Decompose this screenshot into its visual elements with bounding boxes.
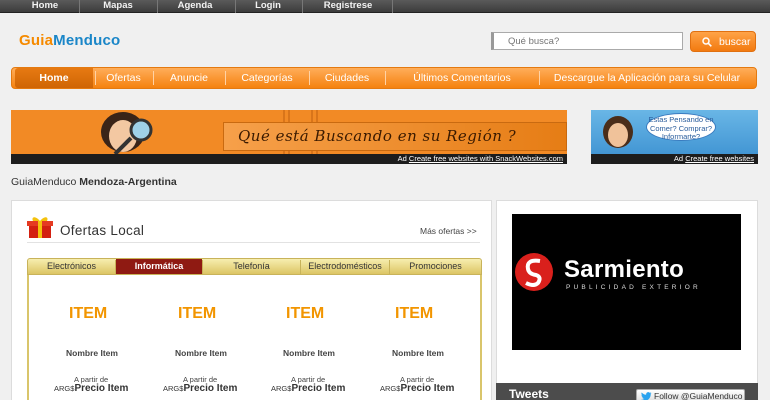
ad-attribution-bar: Ad Create free websites with SnackWebsit… [11, 154, 567, 164]
nav-descargue-aplicacion[interactable]: Descargue la Aplicación para su Celular [540, 68, 754, 88]
follow-button-label: Follow @GuiaMenduco [654, 391, 743, 400]
banner-headline: Qué está Buscando en su Región ? [223, 122, 567, 151]
price-value: Precio Item [74, 383, 129, 394]
twitter-bird-icon [641, 392, 652, 400]
item-price: ARG$Precio Item [163, 383, 237, 394]
topnav-registrese-link[interactable]: Registrese [312, 0, 384, 13]
sponsor-tagline: PUBLICIDAD EXTERIOR [566, 284, 701, 291]
nav-ciudades[interactable]: Ciudades [310, 68, 384, 88]
logo-text-part1: Guia [19, 32, 54, 49]
search-icon [702, 37, 712, 47]
topnav-agenda-link[interactable]: Agenda [166, 0, 224, 13]
ad-label: Ad [397, 154, 407, 163]
divider [27, 242, 480, 243]
item-name[interactable]: Nombre Item [175, 348, 227, 358]
site-logo[interactable]: GuiaMenduco [19, 32, 120, 49]
item-title[interactable]: ITEM [286, 305, 324, 323]
ad-link[interactable]: Create free websites with SnackWebsites.… [409, 154, 563, 163]
divider [235, 0, 236, 13]
topnav-mapas-link[interactable]: Mapas [89, 0, 147, 13]
divider [79, 0, 80, 13]
price-value: Precio Item [400, 383, 455, 394]
divider [302, 0, 303, 13]
nav-anuncie[interactable]: Anuncie [154, 68, 224, 88]
search-button-label: buscar [719, 36, 751, 48]
divider [392, 0, 393, 13]
nav-ultimos-comentarios[interactable]: Últimos Comentarios [386, 68, 538, 88]
nav-categorias[interactable]: Categorías [226, 68, 308, 88]
side-ad-attribution-bar: Ad Create free websites [591, 154, 758, 164]
item-price: ARG$Precio Item [271, 383, 345, 394]
topnav-login-link[interactable]: Login [244, 0, 292, 13]
ad-link[interactable]: Create free websites [685, 154, 754, 163]
breadcrumb-location: Mendoza-Argentina [79, 176, 177, 188]
item-name[interactable]: Nombre Item [66, 348, 118, 358]
currency-label: ARG$ [380, 384, 401, 393]
speech-bubble: Estas Pensando en Comer? Comprar? Inform… [646, 113, 716, 141]
item-name[interactable]: Nombre Item [283, 348, 335, 358]
tab-telefonia[interactable]: Telefonía [203, 259, 300, 274]
more-offers-link[interactable]: Más ofertas >> [420, 226, 477, 236]
item-title[interactable]: ITEM [178, 305, 216, 323]
price-value: Precio Item [183, 383, 238, 394]
main-navigation: Home Ofertas Anuncie Categorías Ciudades… [11, 67, 757, 89]
logo-text-part2: Menduco [53, 32, 121, 49]
currency-label: ARG$ [54, 384, 75, 393]
offers-title: Ofertas Local [60, 223, 145, 238]
divider [157, 0, 158, 13]
nav-ofertas[interactable]: Ofertas [96, 68, 151, 88]
breadcrumb-site[interactable]: GuiaMenduco [11, 176, 76, 188]
tab-informatica[interactable]: Informática [116, 259, 202, 274]
search-button[interactable]: buscar [690, 31, 756, 52]
tab-promociones[interactable]: Promociones [390, 259, 481, 274]
item-price: ARG$Precio Item [54, 383, 128, 394]
ad-label: Ad [673, 154, 684, 163]
follow-button[interactable]: Follow @GuiaMenduco [636, 389, 745, 400]
breadcrumb: GuiaMenduco Mendoza-Argentina [11, 176, 177, 188]
item-title[interactable]: ITEM [395, 305, 433, 323]
search-input[interactable] [491, 32, 683, 50]
tab-electrodomesticos[interactable]: Electrodomésticos [301, 259, 389, 274]
item-name[interactable]: Nombre Item [392, 348, 444, 358]
nav-home[interactable]: Home [15, 68, 93, 88]
item-price: ARG$Precio Item [380, 383, 454, 394]
item-title[interactable]: ITEM [69, 305, 107, 323]
gift-icon [27, 217, 53, 238]
price-value: Precio Item [291, 383, 346, 394]
currency-label: ARG$ [163, 384, 184, 393]
tweets-title: Tweets [509, 387, 549, 400]
sarmiento-logo-icon [515, 253, 553, 291]
sponsor-name: Sarmiento [564, 256, 685, 283]
top-navigation-bar: Home Mapas Agenda Login Registrese [0, 0, 770, 13]
topnav-home-link[interactable]: Home [21, 0, 69, 13]
tab-electronicos[interactable]: Electrónicos [28, 259, 115, 274]
sponsor-ad[interactable]: Sarmiento PUBLICIDAD EXTERIOR [512, 214, 741, 350]
currency-label: ARG$ [271, 384, 292, 393]
